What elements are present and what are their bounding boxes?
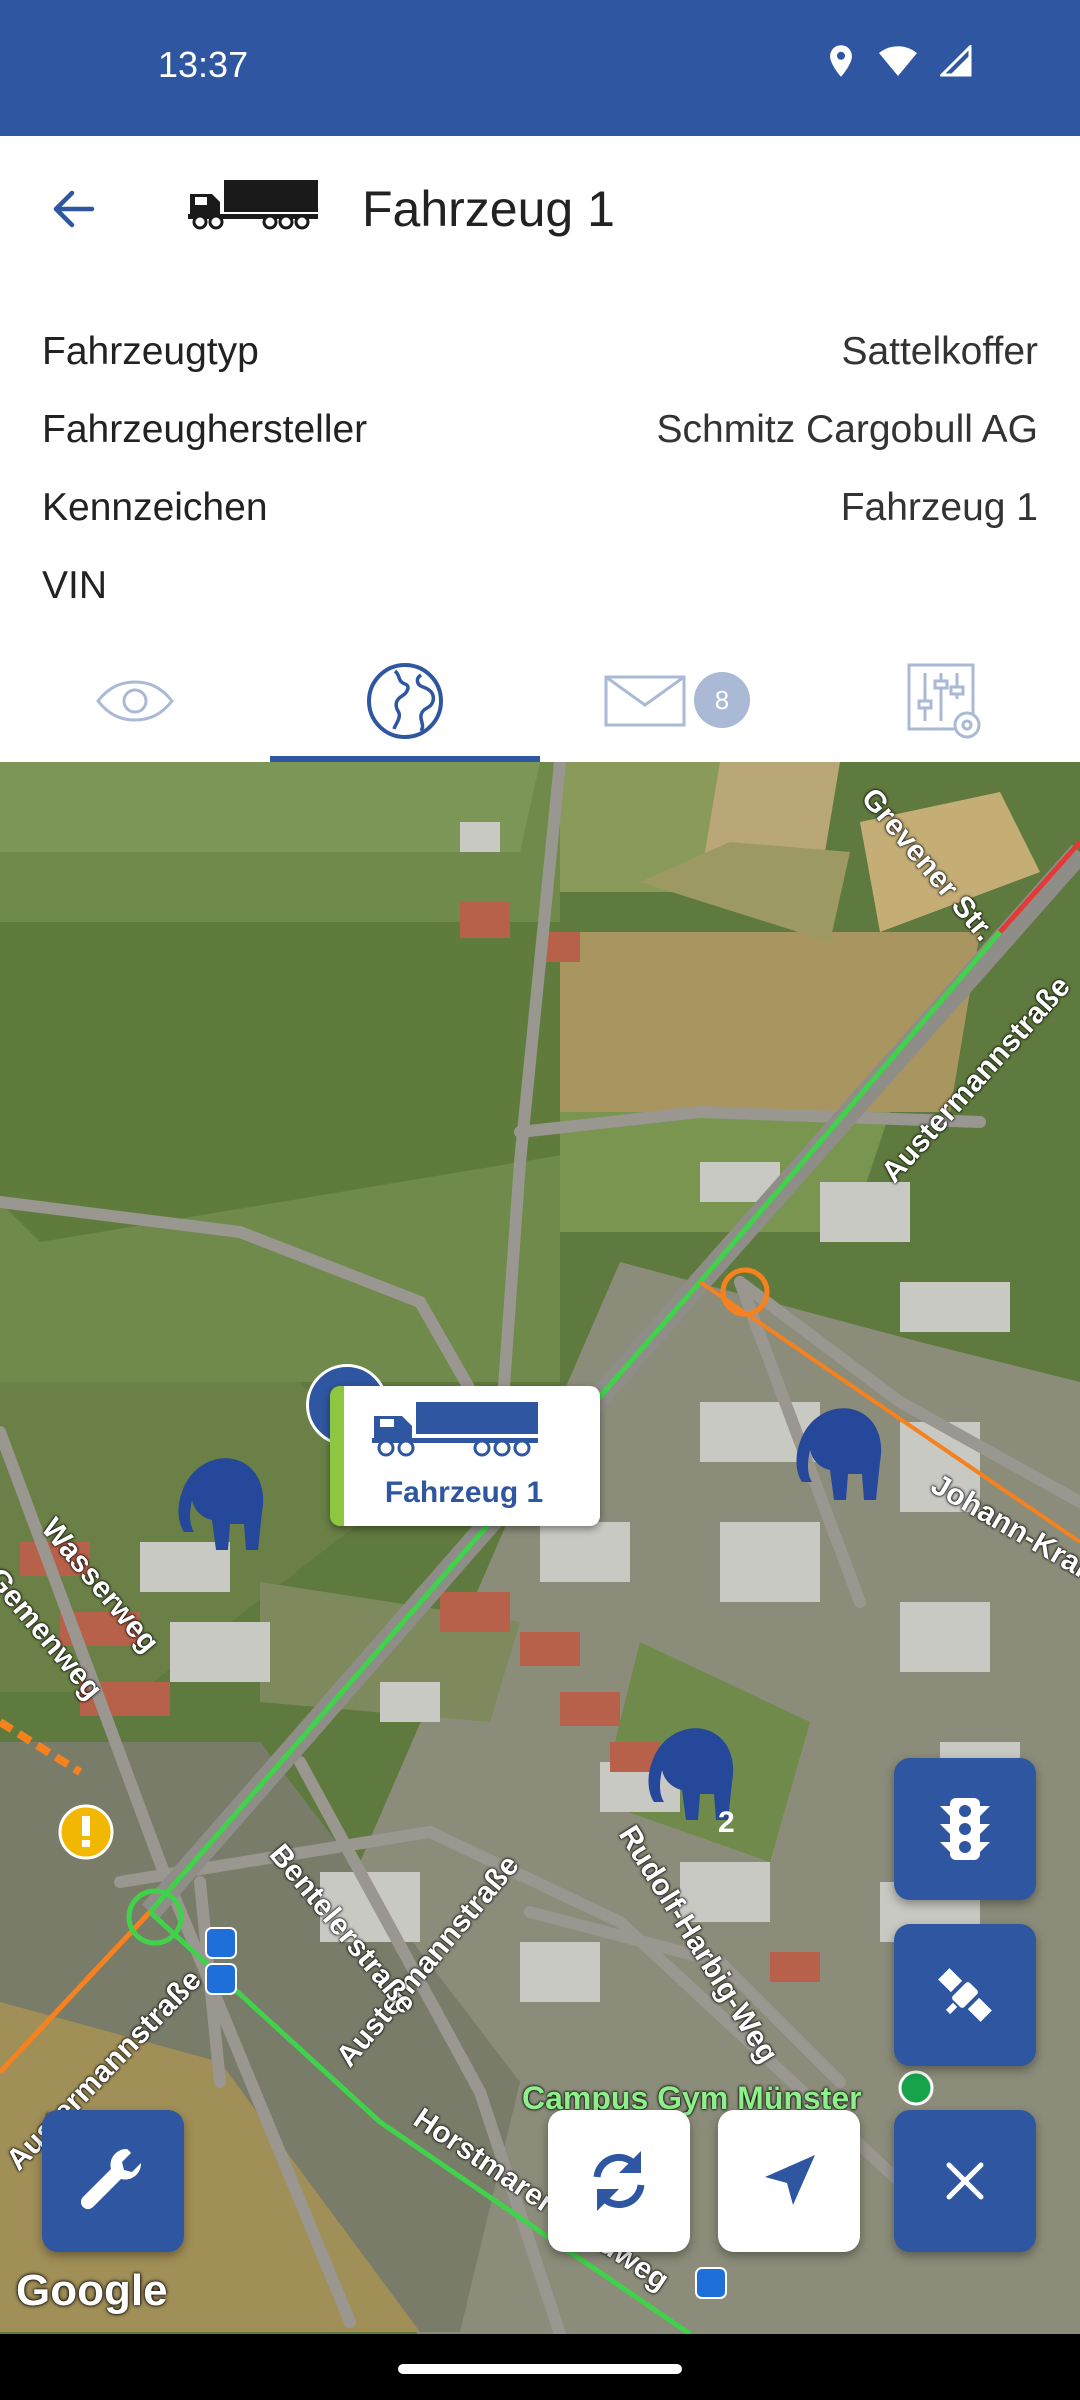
location-icon <box>830 45 852 77</box>
locate-button[interactable] <box>718 2110 860 2252</box>
globe-icon <box>367 663 443 739</box>
truck-icon <box>372 1402 538 1457</box>
tab-messages[interactable] <box>540 640 810 762</box>
detail-label: Fahrzeughersteller <box>42 408 368 451</box>
page-title: Fahrzeug 1 <box>362 181 615 237</box>
tools-button[interactable] <box>42 2110 184 2252</box>
system-navigation-bar <box>0 2334 1080 2400</box>
refresh-button[interactable] <box>548 2110 690 2252</box>
messages-badge: 8 <box>694 672 750 728</box>
vehicle-marker-label: Fahrzeug 1 <box>384 1476 544 1509</box>
map-view[interactable]: 2 Austermannstraße Austermannstraße Rudo… <box>0 762 1080 2334</box>
detail-label: Fahrzeugtyp <box>42 330 259 373</box>
close-icon <box>946 2162 984 2200</box>
eye-icon <box>96 680 174 722</box>
wifi-icon <box>879 46 917 76</box>
tab-settings[interactable] <box>810 640 1080 762</box>
satellite-icon <box>938 1968 992 2022</box>
signal-icon <box>940 45 972 77</box>
detail-row-vin: VIN <box>42 564 1038 634</box>
vehicle-marker-card[interactable]: Fahrzeug 1 <box>330 1386 600 1526</box>
status-bar: 13:37 <box>0 0 1080 136</box>
google-attribution: Google <box>16 2266 168 2315</box>
settings-sliders-icon <box>907 663 981 739</box>
detail-label: VIN <box>42 564 108 607</box>
detail-value: Sattelkoffer <box>841 330 1038 373</box>
tab-bar <box>0 640 1080 762</box>
wrench-icon <box>80 2148 142 2210</box>
detail-value: Fahrzeug 1 <box>840 486 1038 529</box>
status-icons <box>826 44 972 78</box>
arrow-left-icon <box>53 190 95 228</box>
mail-icon <box>604 675 686 727</box>
home-handle[interactable] <box>398 2364 682 2374</box>
refresh-icon <box>593 2151 645 2211</box>
detail-row-type: Fahrzeugtyp Sattelkoffer <box>42 330 1038 400</box>
traffic-button[interactable] <box>894 1758 1036 1900</box>
app-bar: Fahrzeug 1 <box>0 136 1080 286</box>
satellite-button[interactable] <box>894 1924 1036 2066</box>
detail-label: Kennzeichen <box>42 486 268 529</box>
truck-icon <box>188 180 318 230</box>
back-button[interactable] <box>40 176 106 242</box>
detail-row-manufacturer: Fahrzeughersteller Schmitz Cargobull AG <box>42 408 1038 478</box>
cluster-count: 2 <box>718 1806 735 1839</box>
detail-row-plate: Kennzeichen Fahrzeug 1 <box>42 486 1038 556</box>
traffic-light-icon <box>940 1798 990 1860</box>
detail-value: Schmitz Cargobull AG <box>656 408 1039 451</box>
status-time: 13:37 <box>158 44 249 85</box>
tab-overview[interactable] <box>0 640 270 762</box>
tab-map[interactable] <box>270 640 540 762</box>
navigation-arrow-icon <box>765 2155 815 2205</box>
close-button[interactable] <box>894 2110 1036 2252</box>
